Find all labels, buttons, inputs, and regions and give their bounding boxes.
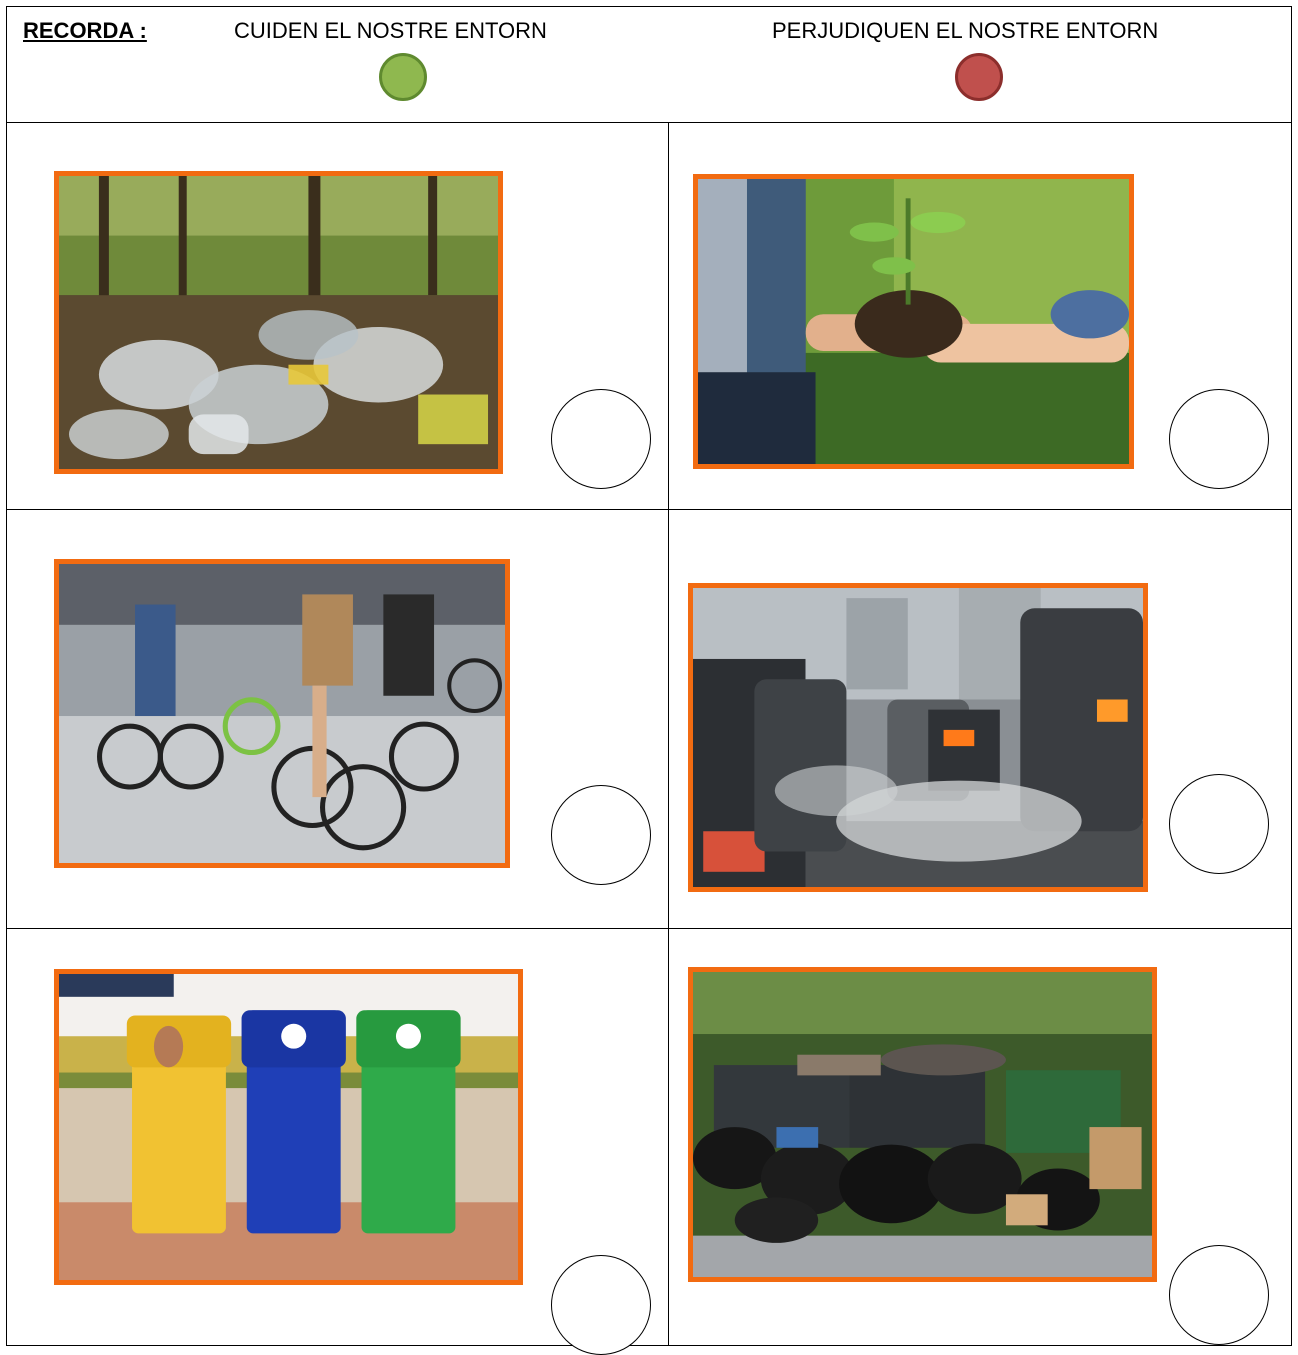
answer-circle-5[interactable] bbox=[551, 1255, 651, 1355]
row-divider-2 bbox=[7, 928, 1291, 929]
answer-circle-3[interactable] bbox=[551, 785, 651, 885]
garbage-bags-street-photo bbox=[688, 967, 1157, 1282]
car-exhaust-traffic-photo bbox=[688, 583, 1148, 892]
good-legend-label: CUIDEN EL NOSTRE ENTORN bbox=[234, 18, 547, 43]
cyclists-photo bbox=[54, 559, 510, 868]
answer-circle-4[interactable] bbox=[1169, 774, 1269, 874]
recycling-bins-photo bbox=[54, 969, 523, 1285]
column-divider bbox=[668, 122, 669, 1346]
header-divider bbox=[7, 122, 1291, 123]
recorda-heading: RECORDA : bbox=[23, 18, 147, 43]
plastic-waste-forest-photo bbox=[54, 171, 503, 474]
worksheet: RECORDA : CUIDEN EL NOSTRE ENTORN PERJUD… bbox=[6, 6, 1292, 1355]
planting-seedling-photo bbox=[693, 174, 1134, 469]
answer-circle-6[interactable] bbox=[1169, 1245, 1269, 1345]
green-dot-icon bbox=[379, 53, 427, 101]
row-divider-1 bbox=[7, 509, 1291, 510]
bad-legend-label: PERJUDIQUEN EL NOSTRE ENTORN bbox=[772, 18, 1159, 43]
answer-circle-2[interactable] bbox=[1169, 389, 1269, 489]
red-dot-icon bbox=[955, 53, 1003, 101]
answer-circle-1[interactable] bbox=[551, 389, 651, 489]
